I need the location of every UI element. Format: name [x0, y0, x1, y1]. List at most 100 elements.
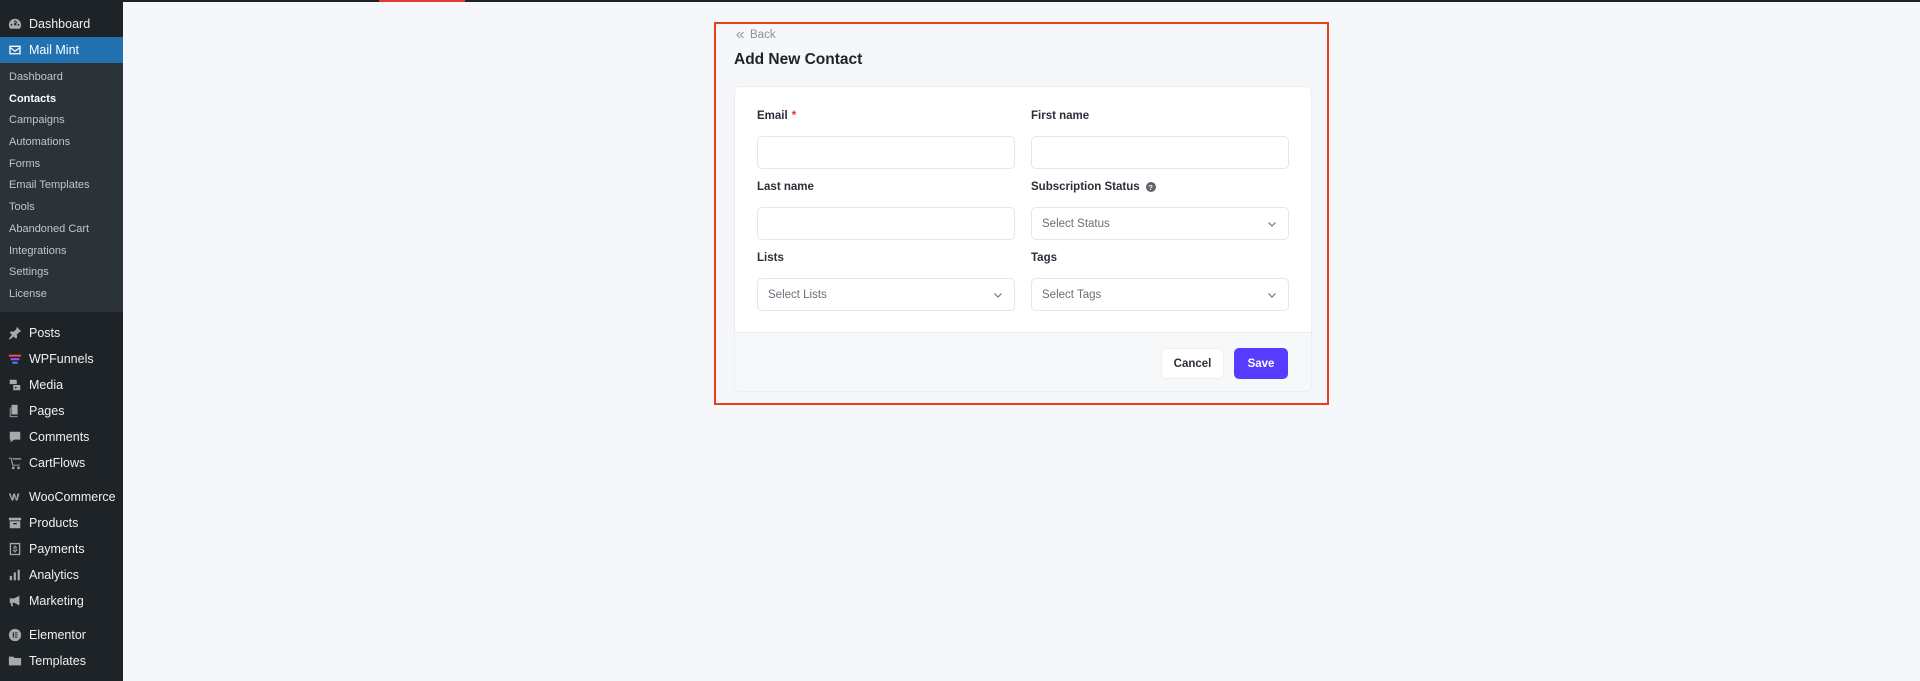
- elementor-icon: [7, 627, 22, 642]
- email-label-text: Email: [757, 110, 788, 122]
- last-name-label: Last name: [757, 179, 1015, 195]
- woo-icon: [7, 489, 22, 504]
- first-name-field-group: First name: [1031, 108, 1289, 169]
- menu-elementor[interactable]: Elementor: [0, 622, 123, 648]
- menu-posts[interactable]: Posts: [0, 320, 123, 346]
- help-icon[interactable]: ?: [1145, 182, 1156, 192]
- last-name-input[interactable]: [757, 207, 1015, 240]
- menu-payments[interactable]: Payments: [0, 536, 123, 562]
- menu-pages[interactable]: Pages: [0, 398, 123, 424]
- add-contact-panel: Back Add New Contact Email * First name …: [714, 22, 1329, 405]
- cart-icon: [7, 455, 22, 470]
- admin-bar-accent: [379, 0, 465, 2]
- submenu-settings[interactable]: Settings: [0, 262, 123, 284]
- tags-field-group: Tags Select Tags: [1031, 250, 1289, 311]
- contact-form: Email * First name Last name Subscriptio…: [735, 87, 1311, 332]
- menu-label: Payments: [29, 541, 85, 556]
- menu-label: WooCommerce: [29, 489, 116, 504]
- pages-icon: [7, 403, 22, 418]
- back-label: Back: [750, 29, 776, 41]
- email-input[interactable]: [757, 136, 1015, 169]
- tags-label-text: Tags: [1031, 252, 1057, 264]
- comment-icon: [7, 429, 22, 444]
- submenu-integrations[interactable]: Integrations: [0, 241, 123, 263]
- menu-label: Products: [29, 515, 79, 530]
- double-chevron-left-icon: [734, 29, 746, 41]
- menu-comments[interactable]: Comments: [0, 424, 123, 450]
- lists-field-group: Lists Select Lists: [757, 250, 1015, 311]
- submenu-license[interactable]: License: [0, 284, 123, 306]
- cancel-button[interactable]: Cancel: [1161, 348, 1224, 379]
- menu-label: Analytics: [29, 567, 80, 582]
- menu-media[interactable]: Media: [0, 372, 123, 398]
- admin-sidebar: Dashboard Mail Mint Dashboard Contacts C…: [0, 0, 123, 681]
- menu-cartflows[interactable]: CartFlows: [0, 450, 123, 476]
- chevron-down-icon: [992, 289, 1004, 301]
- page-title: Add New Contact: [734, 51, 863, 68]
- first-name-input[interactable]: [1031, 136, 1289, 169]
- lists-label: Lists: [757, 250, 1015, 266]
- last-name-label-text: Last name: [757, 181, 814, 193]
- menu-label: Dashboard: [29, 17, 91, 31]
- menu-label: CartFlows: [29, 455, 86, 470]
- menu-label: Comments: [29, 429, 90, 444]
- email-field-group: Email *: [757, 108, 1015, 169]
- menu-dashboard[interactable]: Dashboard: [0, 11, 123, 37]
- menu-products[interactable]: Products: [0, 510, 123, 536]
- menu-label: Media: [29, 377, 64, 392]
- menu-woocommerce[interactable]: WooCommerce: [0, 484, 123, 510]
- tags-placeholder: Select Tags: [1042, 288, 1102, 301]
- menu-label: Templates: [29, 653, 86, 668]
- submenu-dashboard[interactable]: Dashboard: [0, 67, 123, 89]
- menu-label: Marketing: [29, 593, 84, 608]
- contact-form-card: Email * First name Last name Subscriptio…: [734, 86, 1312, 392]
- last-name-field-group: Last name: [757, 179, 1015, 240]
- mail-mint-submenu: Dashboard Contacts Campaigns Automations…: [0, 63, 123, 312]
- archive-icon: [7, 515, 22, 530]
- submenu-automations[interactable]: Automations: [0, 132, 123, 154]
- media-icon: [7, 377, 22, 392]
- menu-templates[interactable]: Templates: [0, 648, 123, 674]
- mail-icon: [7, 43, 22, 58]
- menu-mail-mint[interactable]: Mail Mint: [0, 37, 123, 63]
- form-footer: Cancel Save: [735, 332, 1311, 391]
- subscription-status-field-group: Subscription Status ? Select Status: [1031, 179, 1289, 240]
- funnel-icon: [7, 351, 22, 366]
- back-link[interactable]: Back: [734, 29, 776, 41]
- first-name-label: First name: [1031, 108, 1289, 124]
- save-button[interactable]: Save: [1234, 348, 1288, 379]
- submenu-email-templates[interactable]: Email Templates: [0, 175, 123, 197]
- submenu-contacts[interactable]: Contacts: [0, 89, 123, 111]
- first-name-label-text: First name: [1031, 110, 1090, 122]
- menu-label: Posts: [29, 325, 61, 340]
- submenu-tools[interactable]: Tools: [0, 197, 123, 219]
- menu-marketing[interactable]: Marketing: [0, 588, 123, 614]
- lists-select[interactable]: Select Lists: [757, 278, 1015, 311]
- chevron-down-icon: [1266, 289, 1278, 301]
- admin-bar: [0, 0, 1920, 2]
- lists-placeholder: Select Lists: [768, 288, 827, 301]
- subscription-status-label: Subscription Status ?: [1031, 179, 1289, 195]
- email-label: Email *: [757, 108, 1015, 124]
- submenu-campaigns[interactable]: Campaigns: [0, 110, 123, 132]
- lists-label-text: Lists: [757, 252, 784, 264]
- required-mark: *: [791, 110, 797, 122]
- subscription-status-placeholder: Select Status: [1042, 217, 1110, 230]
- payment-icon: [7, 541, 22, 556]
- subscription-status-select[interactable]: Select Status: [1031, 207, 1289, 240]
- menu-label: Elementor: [29, 627, 86, 642]
- folder-icon: [7, 653, 22, 668]
- tags-label: Tags: [1031, 250, 1289, 266]
- megaphone-icon: [7, 593, 22, 608]
- pin-icon: [7, 325, 22, 340]
- menu-wpfunnels[interactable]: WPFunnels: [0, 346, 123, 372]
- menu-label: WPFunnels: [29, 351, 94, 366]
- menu-label: Pages: [29, 403, 65, 418]
- dashboard-icon: [7, 17, 22, 32]
- tags-select[interactable]: Select Tags: [1031, 278, 1289, 311]
- submenu-forms[interactable]: Forms: [0, 154, 123, 176]
- menu-label: Mail Mint: [29, 43, 80, 57]
- subscription-status-label-text: Subscription Status: [1031, 181, 1140, 193]
- menu-analytics[interactable]: Analytics: [0, 562, 123, 588]
- submenu-abandoned-cart[interactable]: Abandoned Cart: [0, 219, 123, 241]
